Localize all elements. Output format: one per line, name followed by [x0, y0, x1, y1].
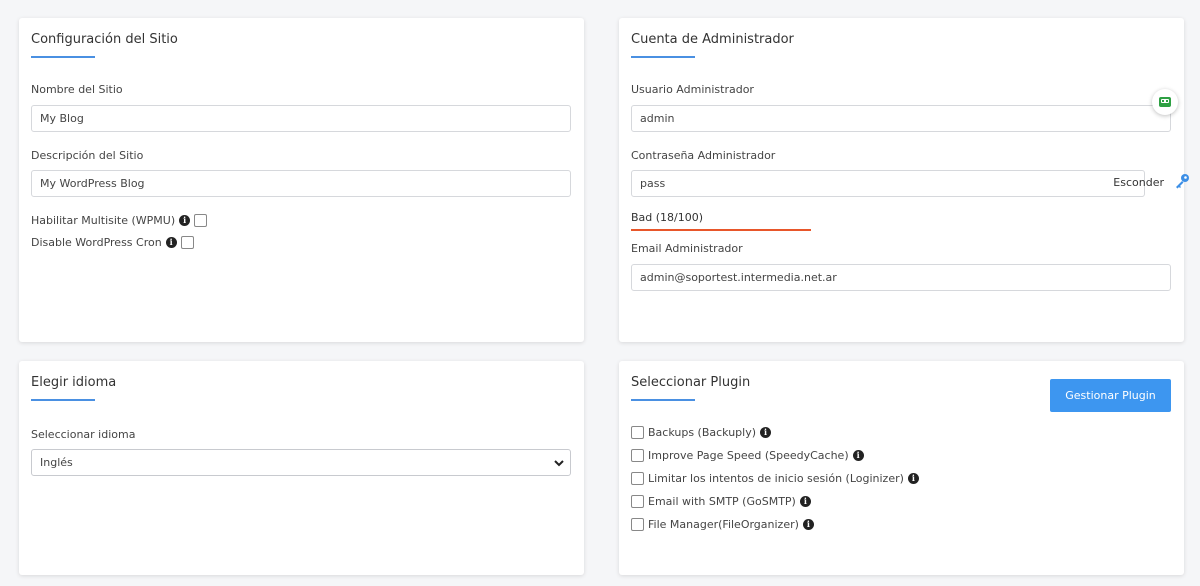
plugin-row: Backups (Backuply) i: [631, 426, 772, 439]
info-icon[interactable]: i: [165, 237, 177, 248]
site-desc-label: Descripción del Sitio: [31, 149, 144, 162]
admin-pass-input[interactable]: pass: [631, 170, 1145, 197]
chevron-down-icon: [554, 460, 564, 467]
site-name-input[interactable]: My Blog: [31, 105, 571, 132]
plugin-label: File Manager(FileOrganizer): [648, 518, 799, 531]
plugin-checkbox[interactable]: [631, 495, 644, 508]
language-title: Elegir idioma: [31, 375, 117, 390]
installer-grid: Configuración del Sitio Nombre del Sitio…: [0, 0, 1200, 586]
password-manager-badge[interactable]: [1152, 89, 1178, 115]
manage-plugin-button[interactable]: Gestionar Plugin: [1050, 379, 1171, 412]
language-select-label: Seleccionar idioma: [31, 428, 136, 441]
title-underline: [631, 56, 695, 58]
info-icon[interactable]: i: [760, 427, 772, 438]
plugin-checkbox[interactable]: [631, 426, 644, 439]
language-select[interactable]: Inglés: [31, 449, 571, 476]
title-underline: [31, 399, 95, 401]
plugin-row: Limitar los intentos de inicio sesión (L…: [631, 472, 919, 485]
plugin-checkbox[interactable]: [631, 449, 644, 462]
admin-account-title: Cuenta de Administrador: [631, 32, 794, 47]
title-underline: [631, 399, 695, 401]
plugin-row: Improve Page Speed (SpeedyCache) i: [631, 449, 864, 462]
plugin-label: Email with SMTP (GoSMTP): [648, 495, 796, 508]
admin-user-label: Usuario Administrador: [631, 83, 754, 96]
plugin-label: Limitar los intentos de inicio sesión (L…: [648, 472, 904, 485]
plugin-checkbox[interactable]: [631, 472, 644, 485]
admin-account-card: Cuenta de Administrador Usuario Administ…: [619, 18, 1189, 342]
multisite-label: Habilitar Multisite (WPMU): [31, 214, 176, 227]
title-underline: [31, 56, 95, 58]
plugin-row: Email with SMTP (GoSMTP) i: [631, 495, 811, 508]
site-name-label: Nombre del Sitio: [31, 83, 123, 96]
plugin-card: Seleccionar Plugin Gestionar Plugin Back…: [619, 361, 1184, 575]
info-icon[interactable]: i: [907, 473, 919, 484]
password-toggle-link[interactable]: Esconder: [1113, 176, 1164, 189]
site-desc-input[interactable]: My WordPress Blog: [31, 170, 571, 197]
info-icon[interactable]: i: [802, 519, 814, 530]
admin-pass-label: Contraseña Administrador: [631, 149, 776, 162]
language-selected-value: Inglés: [40, 456, 73, 469]
password-manager-icon: [1159, 97, 1171, 107]
language-card: Elegir idioma Seleccionar idioma Inglés: [19, 361, 584, 575]
plugin-title: Seleccionar Plugin: [631, 375, 751, 390]
site-config-title: Configuración del Sitio: [31, 32, 178, 47]
plugin-label: Improve Page Speed (SpeedyCache): [648, 449, 849, 462]
multisite-checkbox[interactable]: [194, 214, 208, 227]
password-strength-bar: [631, 229, 811, 231]
plugin-row: File Manager(FileOrganizer) i: [631, 518, 814, 531]
cron-row: Disable WordPress Cron i: [31, 236, 194, 249]
admin-email-label: Email Administrador: [631, 242, 743, 255]
cron-label: Disable WordPress Cron: [31, 236, 162, 249]
plugin-label: Backups (Backuply): [648, 426, 757, 439]
cron-checkbox[interactable]: [180, 236, 194, 249]
key-icon[interactable]: [1174, 173, 1190, 189]
info-icon[interactable]: i: [179, 215, 191, 226]
plugin-checkbox[interactable]: [631, 518, 644, 531]
info-icon[interactable]: i: [852, 450, 864, 461]
site-config-card: Configuración del Sitio Nombre del Sitio…: [19, 18, 584, 342]
admin-email-input[interactable]: admin@soportest.intermedia.net.ar: [631, 264, 1171, 291]
admin-user-input[interactable]: admin: [631, 105, 1171, 132]
info-icon[interactable]: i: [799, 496, 811, 507]
password-strength-text: Bad (18/100): [631, 211, 704, 224]
multisite-row: Habilitar Multisite (WPMU) i: [31, 214, 208, 227]
